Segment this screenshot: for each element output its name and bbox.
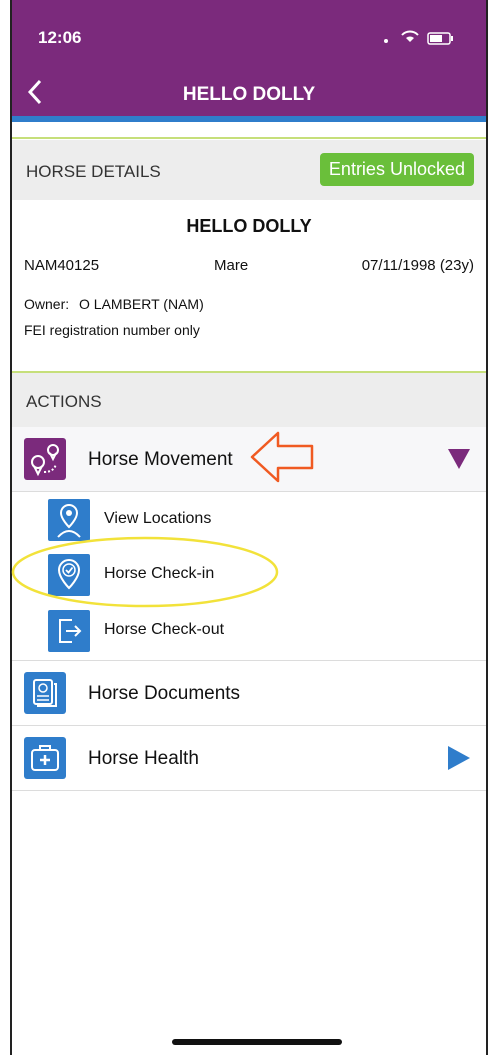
nav-bar: HELLO DOLLY xyxy=(12,78,486,114)
horse-details-header: HORSE DETAILS Entries Unlocked xyxy=(12,140,486,200)
app-header: 12:06 HELLO DOLLY xyxy=(12,0,486,118)
horse-documents-row[interactable]: Horse Documents xyxy=(12,661,486,726)
fei-id: NAM40125 xyxy=(24,257,100,274)
triangle-down-icon[interactable] xyxy=(448,449,470,474)
horse-check-out-label: Horse Check-out xyxy=(104,621,225,638)
exit-door-icon xyxy=(48,610,90,652)
orange-arrow-annotation xyxy=(250,431,314,483)
nav-title: HELLO DOLLY xyxy=(182,84,316,105)
signal-wifi-battery-icon xyxy=(384,30,453,45)
horse-movement-label: Horse Movement xyxy=(88,449,233,470)
documents-icon xyxy=(24,672,66,714)
section-label: HORSE DETAILS xyxy=(26,162,161,181)
owner-line: Owner: O LAMBERT (NAM) xyxy=(24,296,204,312)
status-bar: 12:06 xyxy=(38,28,460,50)
horse-health-row[interactable]: Horse Health xyxy=(12,726,486,791)
status-time: 12:06 xyxy=(38,28,82,47)
medical-kit-icon xyxy=(24,737,66,779)
location-route-icon xyxy=(24,438,66,480)
header-accent-strip xyxy=(12,116,486,122)
horse-dob: 07/11/1998 (23y) xyxy=(361,257,474,274)
yellow-ellipse-annotation xyxy=(11,536,279,608)
horse-documents-label: Horse Documents xyxy=(88,683,241,704)
horse-name: HELLO DOLLY xyxy=(186,216,312,236)
status-icons xyxy=(380,30,460,51)
triangle-right-icon[interactable] xyxy=(448,746,470,775)
entries-status-badge: Entries Unlocked xyxy=(319,153,474,186)
owner-prefix: Owner: xyxy=(24,296,70,312)
registration-note: FEI registration number only xyxy=(24,322,200,338)
section-label: ACTIONS xyxy=(26,392,102,411)
horse-sex: Mare xyxy=(214,257,249,274)
actions-header: ACTIONS xyxy=(12,373,486,427)
owner-name: O LAMBERT (NAM) xyxy=(79,296,204,312)
home-indicator xyxy=(172,1039,342,1045)
horse-health-label: Horse Health xyxy=(88,748,199,769)
divider xyxy=(12,137,486,139)
phone-screen: 12:06 HELLO DOLLY HORSE DETAILS Entries … xyxy=(10,0,488,1055)
view-locations-label: View Locations xyxy=(104,510,212,527)
horse-info-row: NAM40125 Mare 07/11/1998 (23y) xyxy=(24,257,474,274)
